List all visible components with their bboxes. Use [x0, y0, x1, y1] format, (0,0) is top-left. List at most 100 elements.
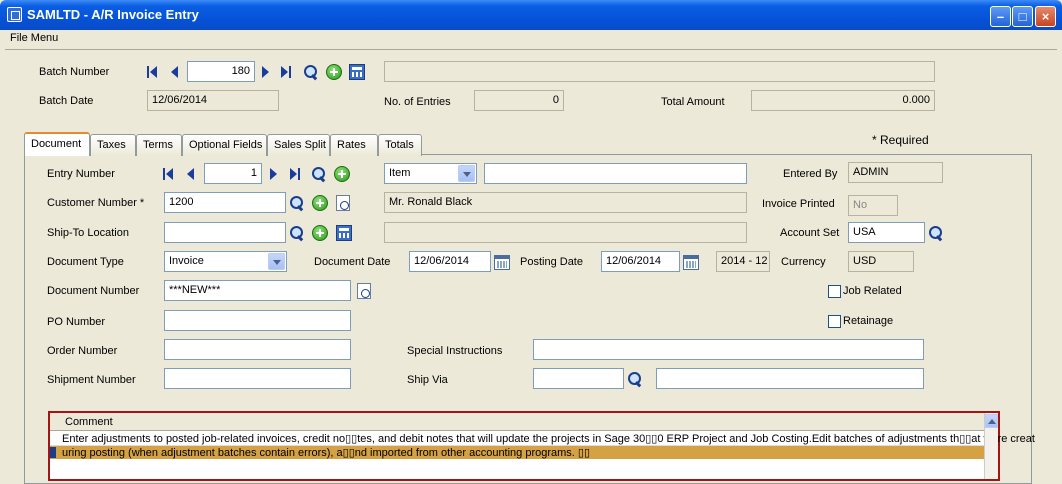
posting-date-label: Posting Date [520, 256, 583, 268]
previous-entry-icon[interactable] [185, 168, 201, 184]
total-amount-label: Total Amount [661, 96, 725, 108]
retainage-label: Retainage [843, 315, 894, 327]
new-ship-to-icon[interactable] [312, 225, 328, 241]
ship-to-finder-icon[interactable] [289, 225, 305, 241]
menu-bar: File Menu [3, 30, 1059, 48]
posting-date-calendar-icon[interactable] [683, 255, 699, 270]
maximize-button[interactable]: □ [1012, 6, 1033, 27]
first-entry-icon[interactable] [163, 168, 179, 184]
entry-finder-icon[interactable] [311, 166, 327, 182]
po-number-label: PO Number [47, 316, 106, 328]
tab-rates[interactable]: Rates [330, 134, 378, 156]
last-entry-icon[interactable] [290, 168, 306, 184]
customer-name-field: Mr. Ronald Black [384, 192, 747, 213]
ship-to-description-field [384, 222, 747, 243]
account-set-label: Account Set [780, 227, 840, 239]
posting-date-input[interactable]: 12/06/2014 [601, 251, 680, 272]
document-number-input[interactable]: ***NEW*** [164, 280, 351, 301]
invoice-printed-field: No [848, 195, 898, 216]
comment-text: uring posting (when adjustment batches c… [62, 447, 591, 459]
customer-finder-icon[interactable] [289, 195, 305, 211]
entry-number-input[interactable]: 1 [204, 163, 262, 184]
document-number-label: Document Number [47, 285, 140, 297]
shipment-number-input[interactable] [164, 368, 351, 389]
document-type-select[interactable]: Invoice [164, 251, 287, 272]
ship-via-finder-icon[interactable] [627, 371, 643, 387]
special-instructions-input[interactable] [533, 339, 924, 360]
tab-terms[interactable]: Terms [136, 134, 182, 156]
ship-via-description-input[interactable] [656, 368, 924, 389]
document-type-label: Document Type [47, 256, 124, 268]
entered-by-field: ADMIN [848, 162, 943, 183]
order-number-input[interactable] [164, 339, 351, 360]
invoice-printed-label: Invoice Printed [762, 198, 835, 210]
scroll-up-icon[interactable] [985, 414, 998, 428]
document-type-value: Invoice [169, 255, 204, 267]
comment-text: Enter adjustments to posted job-related … [62, 433, 1035, 445]
tab-sales-split[interactable]: Sales Split [267, 134, 330, 156]
file-menu[interactable]: File Menu [10, 32, 58, 44]
retainage-checkbox[interactable] [828, 315, 841, 328]
app-icon[interactable] [7, 7, 22, 22]
batch-date-label: Batch Date [39, 95, 94, 107]
tab-taxes[interactable]: Taxes [90, 134, 136, 156]
next-record-icon[interactable] [262, 66, 278, 82]
batch-number-label: Batch Number [39, 66, 110, 78]
divider [5, 49, 1057, 50]
entry-number-label: Entry Number [47, 168, 115, 180]
document-date-calendar-icon[interactable] [494, 255, 510, 270]
entry-description-input[interactable] [484, 163, 747, 184]
tab-totals[interactable]: Totals [378, 134, 422, 156]
entry-type-value: Item [389, 167, 411, 179]
account-set-input[interactable]: USA [848, 222, 925, 243]
ship-via-label: Ship Via [407, 374, 448, 386]
fiscal-period-field: 2014 - 12 [716, 251, 770, 272]
new-customer-icon[interactable] [312, 195, 328, 211]
new-entry-icon[interactable] [334, 166, 350, 182]
batch-finder-icon[interactable] [303, 64, 319, 80]
currency-label: Currency [781, 256, 826, 268]
batch-info-icon[interactable] [349, 64, 365, 80]
customer-number-label: Customer Number * [47, 197, 145, 209]
table-row[interactable]: uring posting (when adjustment batches c… [50, 446, 984, 459]
document-zoom-icon[interactable] [357, 283, 371, 299]
close-button[interactable]: × [1035, 6, 1056, 27]
tab-optional-fields[interactable]: Optional Fields [182, 134, 267, 156]
comment-header-label: Comment [65, 416, 113, 428]
batch-date-field: 12/06/2014 [147, 90, 279, 111]
ship-to-label: Ship-To Location [47, 227, 129, 239]
batch-number-input[interactable]: 180 [187, 61, 255, 82]
row-selector[interactable] [50, 447, 56, 458]
shipment-number-label: Shipment Number [47, 374, 136, 386]
document-date-label: Document Date [314, 256, 391, 268]
entries-field: 0 [474, 90, 564, 111]
first-record-icon[interactable] [147, 66, 163, 82]
comment-column-header[interactable]: Comment [50, 413, 984, 431]
required-note: * Required [872, 133, 929, 147]
tab-document[interactable]: Document [24, 132, 90, 156]
ship-to-input[interactable] [164, 222, 286, 243]
account-set-finder-icon[interactable] [928, 225, 944, 241]
currency-field: USD [848, 251, 914, 272]
batch-description-field [384, 61, 935, 82]
minimize-button[interactable]: – [990, 6, 1011, 27]
chevron-down-icon[interactable] [268, 253, 285, 270]
last-record-icon[interactable] [281, 66, 297, 82]
document-date-input[interactable]: 12/06/2014 [409, 251, 491, 272]
order-number-label: Order Number [47, 345, 118, 357]
ship-via-input[interactable] [533, 368, 624, 389]
next-entry-icon[interactable] [270, 168, 286, 184]
job-related-checkbox[interactable] [828, 285, 841, 298]
table-row[interactable]: Enter adjustments to posted job-related … [50, 431, 1035, 446]
entered-by-label: Entered By [783, 168, 838, 180]
new-batch-icon[interactable] [326, 64, 342, 80]
special-instructions-label: Special Instructions [407, 345, 503, 357]
chevron-down-icon[interactable] [458, 165, 475, 182]
ship-to-info-icon[interactable] [336, 225, 352, 241]
customer-number-input[interactable]: 1200 [164, 192, 286, 213]
po-number-input[interactable] [164, 310, 351, 331]
entry-type-select[interactable]: Item [384, 163, 477, 184]
title-bar: SAMLTD - A/R Invoice Entry – □ × [0, 0, 1062, 30]
customer-zoom-icon[interactable] [336, 195, 350, 211]
previous-record-icon[interactable] [169, 66, 185, 82]
